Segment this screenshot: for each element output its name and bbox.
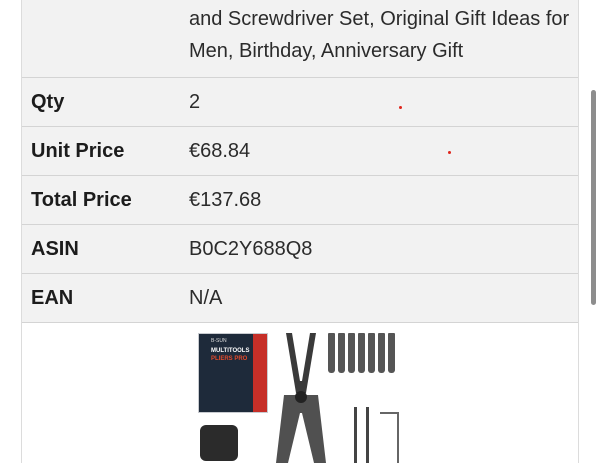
product-image-label (22, 323, 180, 463)
red-dot-marker (399, 106, 402, 109)
multitool-pliers-icon (276, 333, 326, 463)
product-image-cell: B-SUN MULTITOOLS PLIERS PRO (180, 323, 578, 463)
order-details-table: and Screwdriver Set, Original Gift Ideas… (21, 0, 579, 463)
qty-label: Qty (31, 90, 65, 113)
total-price-value: €137.68 (189, 188, 262, 211)
pouch-icon (200, 425, 238, 461)
saw-blades-icon (354, 407, 399, 463)
unit-price-value: €68.84 (189, 139, 251, 162)
product-title-label (22, 0, 180, 77)
unit-price-label: Unit Price (31, 139, 125, 162)
ean-value: N/A (189, 286, 223, 309)
qty-value: 2 (189, 90, 201, 113)
product-image[interactable]: B-SUN MULTITOOLS PLIERS PRO (198, 323, 418, 463)
asin-value: B0C2Y688Q8 (189, 237, 313, 260)
red-dot-marker (448, 151, 451, 154)
asin-row: ASIN B0C2Y688Q8 (22, 225, 578, 274)
ean-row: EAN N/A (22, 274, 578, 323)
asin-label: ASIN (31, 237, 79, 260)
product-title-row: and Screwdriver Set, Original Gift Ideas… (22, 0, 578, 78)
product-title-value: and Screwdriver Set, Original Gift Ideas… (189, 8, 570, 62)
product-image-row: B-SUN MULTITOOLS PLIERS PRO (22, 323, 578, 463)
scrollbar[interactable] (591, 90, 596, 305)
total-price-label: Total Price (31, 188, 132, 211)
box-stripe (253, 334, 267, 412)
product-box-image: B-SUN MULTITOOLS PLIERS PRO (198, 333, 268, 413)
screwdriver-bits-icon (328, 333, 398, 379)
box-title-2: PLIERS PRO (211, 356, 248, 362)
box-title-1: MULTITOOLS (211, 348, 250, 354)
qty-row: Qty 2 (22, 78, 578, 127)
ean-label: EAN (31, 286, 74, 309)
box-brand: B-SUN (211, 338, 227, 344)
unit-price-row: Unit Price €68.84 (22, 127, 578, 176)
total-price-row: Total Price €137.68 (22, 176, 578, 225)
